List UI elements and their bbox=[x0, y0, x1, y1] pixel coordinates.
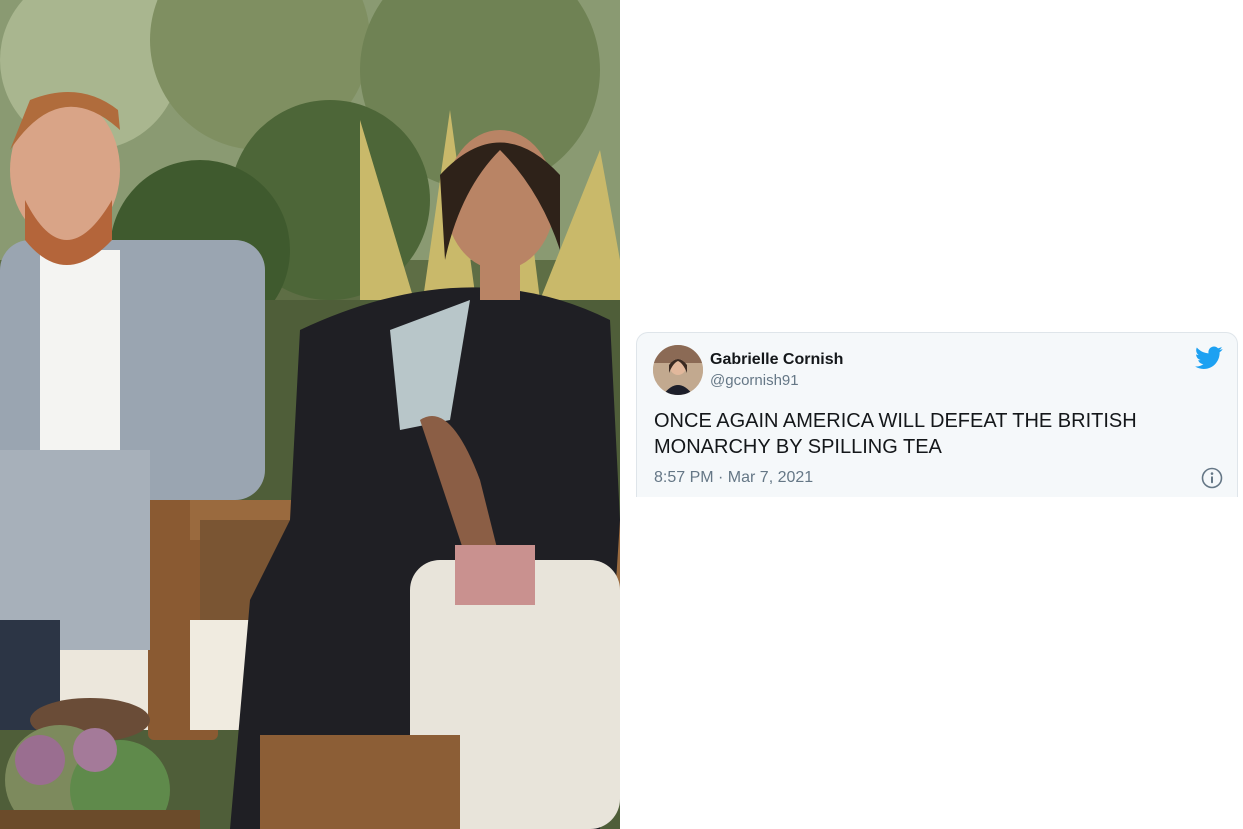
avatar-image bbox=[653, 345, 703, 395]
page: Gabrielle Cornish @gcornish91 ONCE AGAIN… bbox=[0, 0, 1243, 829]
info-icon-svg bbox=[1201, 467, 1223, 489]
info-icon[interactable] bbox=[1201, 467, 1223, 489]
avatar[interactable] bbox=[653, 345, 703, 395]
tweet-card[interactable]: Gabrielle Cornish @gcornish91 ONCE AGAIN… bbox=[636, 332, 1238, 497]
interview-photo bbox=[0, 0, 620, 829]
twitter-bird-icon-svg bbox=[1195, 346, 1223, 369]
user-handle[interactable]: @gcornish91 bbox=[710, 372, 799, 389]
interview-photo-illustration bbox=[0, 0, 620, 829]
twitter-bird-icon[interactable] bbox=[1195, 346, 1223, 370]
divider bbox=[620, 0, 632, 829]
user-display-name[interactable]: Gabrielle Cornish bbox=[710, 351, 843, 369]
tweet-timestamp[interactable]: 8:57 PM · Mar 7, 2021 bbox=[654, 469, 813, 487]
tweet-text: ONCE AGAIN AMERICA WILL DEFEAT THE BRITI… bbox=[654, 410, 1137, 458]
